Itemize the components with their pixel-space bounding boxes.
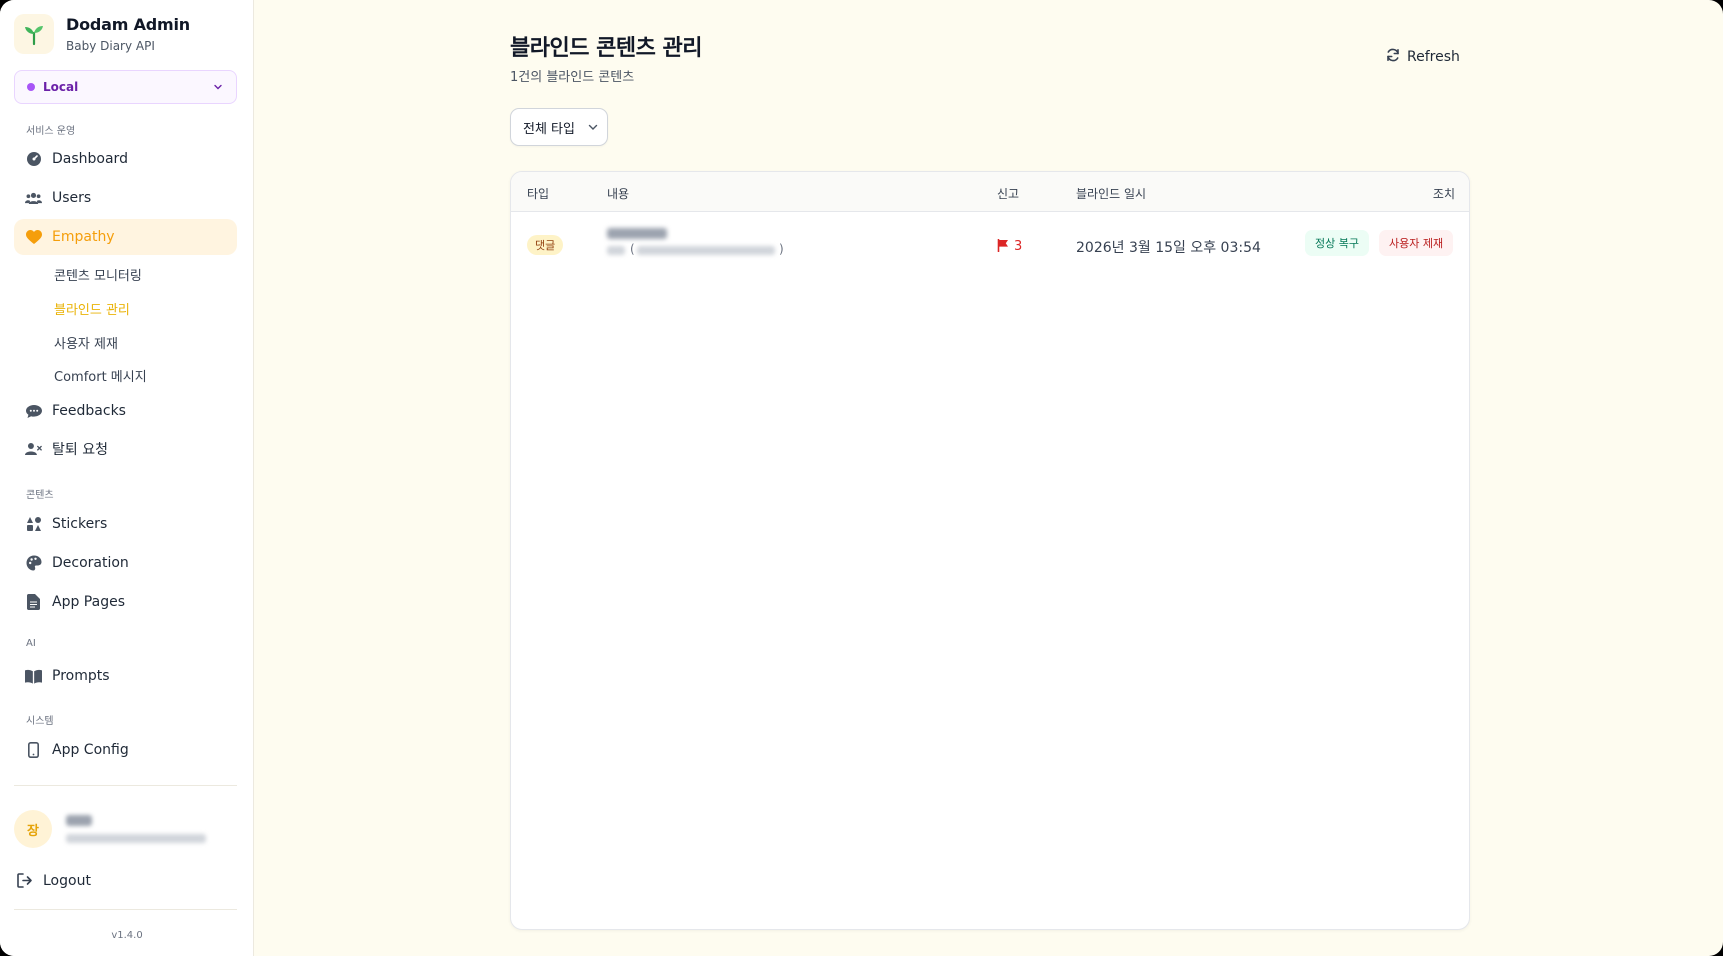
sidebar-item-withdrawal-requests[interactable]: 탈퇴 요청 bbox=[14, 431, 237, 467]
sidebar: Dodam Admin Baby Diary API Local 서비스 운영 … bbox=[0, 0, 254, 956]
sidebar-subitem-comfort-messages[interactable]: Comfort 메시지 bbox=[54, 366, 147, 385]
sidebar-item-label: App Pages bbox=[52, 594, 125, 610]
logout-label: Logout bbox=[43, 872, 91, 889]
book-open-icon bbox=[25, 668, 42, 685]
content-text-redacted bbox=[607, 228, 667, 239]
sidebar-item-label: Decoration bbox=[52, 555, 129, 571]
section-label-ai: AI bbox=[26, 638, 36, 649]
refresh-button[interactable]: Refresh bbox=[1386, 47, 1460, 66]
sidebar-item-dashboard[interactable]: Dashboard bbox=[14, 141, 237, 177]
gauge-icon bbox=[25, 151, 42, 168]
file-text-icon bbox=[25, 594, 42, 611]
heart-icon bbox=[25, 229, 42, 246]
report-count-value: 3 bbox=[1014, 239, 1023, 254]
avatar[interactable]: 장 bbox=[14, 810, 52, 848]
sidebar-item-label: Stickers bbox=[52, 516, 108, 532]
refresh-label: Refresh bbox=[1407, 48, 1460, 65]
section-label-service: 서비스 운영 bbox=[26, 126, 76, 137]
comment-dots-icon bbox=[25, 403, 42, 420]
paren-close: ) bbox=[779, 242, 784, 256]
sidebar-subitem-user-sanctions[interactable]: 사용자 제재 bbox=[54, 333, 118, 352]
paren-open: ( bbox=[630, 242, 635, 256]
chevron-down-icon bbox=[212, 78, 224, 97]
section-label-content: 콘텐츠 bbox=[26, 490, 54, 501]
sidebar-item-label: Prompts bbox=[52, 668, 110, 684]
users-icon bbox=[25, 190, 42, 207]
flag-icon bbox=[997, 237, 1009, 256]
sidebar-item-empathy[interactable]: Empathy bbox=[14, 219, 237, 255]
environment-select[interactable]: Local bbox=[14, 70, 237, 104]
palette-icon bbox=[25, 555, 42, 572]
chevron-down-icon bbox=[587, 118, 599, 137]
environment-status-dot bbox=[27, 83, 35, 91]
brand-title: Dodam Admin bbox=[66, 15, 190, 34]
blind-content-table: 타입 내용 신고 블라인드 일시 조치 댓글 ( ) 3 2026년 3월 15… bbox=[510, 171, 1470, 930]
user-remove-icon bbox=[25, 441, 42, 458]
table-header: 타입 내용 신고 블라인드 일시 조치 bbox=[511, 172, 1469, 212]
user-name-redacted bbox=[66, 815, 92, 826]
table-row: 댓글 ( ) 3 2026년 3월 15일 오후 03:54 정상 복구 사용자… bbox=[511, 212, 1469, 274]
type-filter-value: 전체 타입 bbox=[523, 121, 575, 137]
page-subtitle: 1건의 블라인드 콘텐츠 bbox=[510, 70, 635, 85]
app-version: v1.4.0 bbox=[111, 930, 143, 941]
blind-date: 2026년 3월 15일 오후 03:54 bbox=[1076, 240, 1261, 256]
sidebar-item-prompts[interactable]: Prompts bbox=[14, 658, 237, 694]
column-header-actions: 조치 bbox=[1432, 187, 1455, 201]
logout-button[interactable]: Logout bbox=[16, 872, 91, 889]
sidebar-item-app-config[interactable]: App Config bbox=[14, 732, 237, 768]
type-filter-select[interactable]: 전체 타입 bbox=[510, 108, 608, 146]
user-email-redacted bbox=[66, 834, 206, 843]
sanction-user-button[interactable]: 사용자 제재 bbox=[1379, 230, 1454, 256]
column-header-reports: 신고 bbox=[997, 187, 1020, 201]
sign-out-icon bbox=[16, 872, 33, 889]
sidebar-item-label: Empathy bbox=[52, 229, 115, 245]
author-name-redacted bbox=[607, 246, 625, 255]
sprout-logo-icon bbox=[14, 14, 54, 54]
report-count: 3 bbox=[997, 237, 1022, 256]
sidebar-item-app-pages[interactable]: App Pages bbox=[14, 584, 237, 620]
author-email-redacted bbox=[637, 246, 775, 255]
sidebar-item-feedbacks[interactable]: Feedbacks bbox=[14, 393, 237, 429]
sidebar-item-decoration[interactable]: Decoration bbox=[14, 545, 237, 581]
restore-button[interactable]: 정상 복구 bbox=[1305, 230, 1369, 256]
sidebar-item-label: Users bbox=[52, 190, 92, 206]
column-header-blind-date: 블라인드 일시 bbox=[1076, 187, 1147, 201]
brand-subtitle: Baby Diary API bbox=[66, 39, 155, 53]
sidebar-item-label: Dashboard bbox=[52, 151, 128, 167]
environment-label: Local bbox=[43, 80, 79, 94]
sidebar-subitem-content-monitoring[interactable]: 콘텐츠 모니터링 bbox=[54, 265, 142, 284]
type-badge: 댓글 bbox=[527, 235, 564, 255]
sidebar-divider bbox=[14, 909, 237, 910]
sidebar-item-label: Feedbacks bbox=[52, 403, 126, 419]
brand: Dodam Admin Baby Diary API bbox=[14, 14, 190, 54]
column-header-content: 내용 bbox=[607, 187, 630, 201]
sidebar-item-label: App Config bbox=[52, 742, 129, 758]
sidebar-divider bbox=[14, 785, 237, 786]
column-header-type: 타입 bbox=[527, 187, 550, 201]
shapes-icon bbox=[25, 516, 42, 533]
refresh-icon bbox=[1386, 47, 1400, 66]
sidebar-item-users[interactable]: Users bbox=[14, 180, 237, 216]
app-window: Dodam Admin Baby Diary API Local 서비스 운영 … bbox=[0, 0, 1723, 956]
section-label-system: 시스템 bbox=[26, 716, 54, 727]
main-content: 블라인드 콘텐츠 관리 1건의 블라인드 콘텐츠 Refresh 전체 타입 타… bbox=[254, 0, 1723, 956]
mobile-icon bbox=[25, 742, 42, 759]
sidebar-item-stickers[interactable]: Stickers bbox=[14, 506, 237, 542]
sidebar-subitem-blind-management[interactable]: 블라인드 관리 bbox=[54, 299, 130, 318]
page-title: 블라인드 콘텐츠 관리 bbox=[510, 36, 702, 61]
sidebar-item-label: 탈퇴 요청 bbox=[52, 442, 108, 458]
